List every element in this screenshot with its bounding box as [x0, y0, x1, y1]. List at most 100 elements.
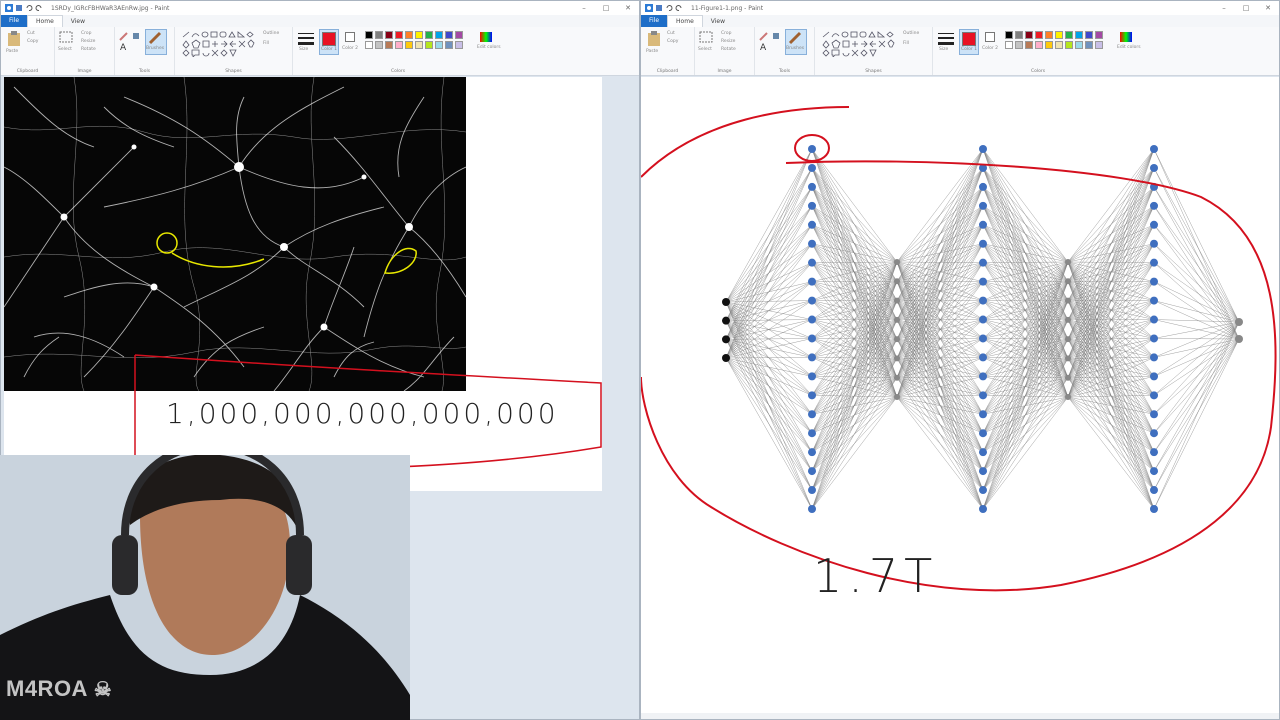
size-icon[interactable] [937, 31, 955, 45]
resize-button[interactable]: Resize [721, 39, 735, 44]
pencil-icon[interactable] [119, 31, 129, 41]
size-icon[interactable] [297, 31, 315, 45]
crop-button[interactable]: Crop [721, 31, 732, 36]
copy-button[interactable]: Copy [27, 39, 38, 44]
color-swatch[interactable] [1045, 31, 1053, 39]
color-swatch[interactable] [375, 31, 383, 39]
color1-button[interactable]: Color 1 [319, 29, 339, 55]
color-swatch[interactable] [365, 31, 373, 39]
color-swatch[interactable] [425, 41, 433, 49]
undo-icon[interactable] [25, 4, 33, 12]
color-palette[interactable] [365, 31, 463, 49]
paste-icon[interactable] [647, 31, 661, 47]
save-icon[interactable] [655, 4, 663, 12]
tab-view[interactable]: View [63, 18, 93, 25]
cut-button[interactable]: Cut [667, 31, 675, 36]
tab-view[interactable]: View [703, 18, 733, 25]
redo-icon[interactable] [675, 4, 683, 12]
paint-canvas[interactable]: 1,000,000,000,000,000 [4, 77, 602, 491]
color-swatch[interactable] [1075, 31, 1083, 39]
color-swatch[interactable] [1035, 41, 1043, 49]
color-swatch[interactable] [445, 31, 453, 39]
color1-button[interactable]: Color 1 [959, 29, 979, 55]
paste-button[interactable]: Paste [646, 49, 658, 54]
color-swatch[interactable] [455, 31, 463, 39]
redo-icon[interactable] [35, 4, 43, 12]
color-swatch[interactable] [405, 31, 413, 39]
color-swatch[interactable] [1075, 41, 1083, 49]
color-swatch[interactable] [445, 41, 453, 49]
close-button[interactable]: ✕ [1257, 4, 1279, 12]
tab-home[interactable]: Home [667, 15, 703, 27]
tab-file[interactable]: File [1, 15, 28, 27]
color-swatch[interactable] [1025, 41, 1033, 49]
color-swatch[interactable] [415, 31, 423, 39]
color-swatch[interactable] [1085, 41, 1093, 49]
select-icon[interactable] [699, 31, 713, 43]
color-swatch[interactable] [1015, 41, 1023, 49]
tab-home[interactable]: Home [27, 15, 63, 27]
outline-dropdown[interactable]: Outline [263, 31, 279, 36]
color-swatch[interactable] [1095, 31, 1103, 39]
paste-icon[interactable] [7, 31, 21, 47]
color-swatch[interactable] [1065, 41, 1073, 49]
color-swatch[interactable] [365, 41, 373, 49]
brushes-button[interactable]: Brushes [785, 29, 807, 55]
resize-button[interactable]: Resize [81, 39, 95, 44]
color-swatch[interactable] [385, 41, 393, 49]
paint-canvas[interactable]: 1.7T [641, 77, 1279, 715]
edit-colors-button[interactable]: Edit colors [477, 45, 501, 50]
color-swatch[interactable] [375, 41, 383, 49]
copy-button[interactable]: Copy [667, 39, 678, 44]
paste-button[interactable]: Paste [6, 49, 18, 54]
fill-dropdown[interactable]: Fill [903, 41, 909, 46]
tab-file[interactable]: File [641, 15, 668, 27]
color-swatch[interactable] [405, 41, 413, 49]
crop-button[interactable]: Crop [81, 31, 92, 36]
rotate-button[interactable]: Rotate [721, 47, 736, 52]
fill-icon[interactable] [771, 31, 781, 41]
color-swatch[interactable] [425, 31, 433, 39]
color-swatch[interactable] [1035, 31, 1043, 39]
color-swatch[interactable] [415, 41, 423, 49]
select-button[interactable]: Select [698, 47, 712, 52]
color-palette[interactable] [1005, 31, 1103, 49]
pencil-icon[interactable] [759, 31, 769, 41]
minimize-button[interactable]: – [573, 4, 595, 12]
color-swatch[interactable] [1005, 31, 1013, 39]
maximize-button[interactable]: □ [595, 4, 617, 12]
edit-colors-icon[interactable] [479, 31, 493, 43]
color2-button[interactable]: Color 2 [981, 29, 999, 55]
text-icon[interactable]: A [119, 41, 129, 51]
color-swatch[interactable] [435, 41, 443, 49]
outline-dropdown[interactable]: Outline [903, 31, 919, 36]
select-button[interactable]: Select [58, 47, 72, 52]
color-swatch[interactable] [1055, 31, 1063, 39]
close-button[interactable]: ✕ [617, 4, 639, 12]
undo-icon[interactable] [665, 4, 673, 12]
edit-colors-button[interactable]: Edit colors [1117, 45, 1141, 50]
text-icon[interactable]: A [759, 41, 769, 51]
maximize-button[interactable]: □ [1235, 4, 1257, 12]
minimize-button[interactable]: – [1213, 4, 1235, 12]
color-swatch[interactable] [1055, 41, 1063, 49]
color-swatch[interactable] [1015, 31, 1023, 39]
cut-button[interactable]: Cut [27, 31, 35, 36]
rotate-button[interactable]: Rotate [81, 47, 96, 52]
shapes-gallery[interactable] [181, 31, 259, 57]
color2-button[interactable]: Color 2 [341, 29, 359, 55]
color-swatch[interactable] [1045, 41, 1053, 49]
color-swatch[interactable] [395, 31, 403, 39]
color-swatch[interactable] [1085, 31, 1093, 39]
brushes-button[interactable]: Brushes [145, 29, 167, 55]
save-icon[interactable] [15, 4, 23, 12]
color-swatch[interactable] [455, 41, 463, 49]
color-swatch[interactable] [435, 31, 443, 39]
color-swatch[interactable] [1095, 41, 1103, 49]
fill-icon[interactable] [131, 31, 141, 41]
fill-dropdown[interactable]: Fill [263, 41, 269, 46]
color-swatch[interactable] [1025, 31, 1033, 39]
select-icon[interactable] [59, 31, 73, 43]
color-swatch[interactable] [1065, 31, 1073, 39]
edit-colors-icon[interactable] [1119, 31, 1133, 43]
